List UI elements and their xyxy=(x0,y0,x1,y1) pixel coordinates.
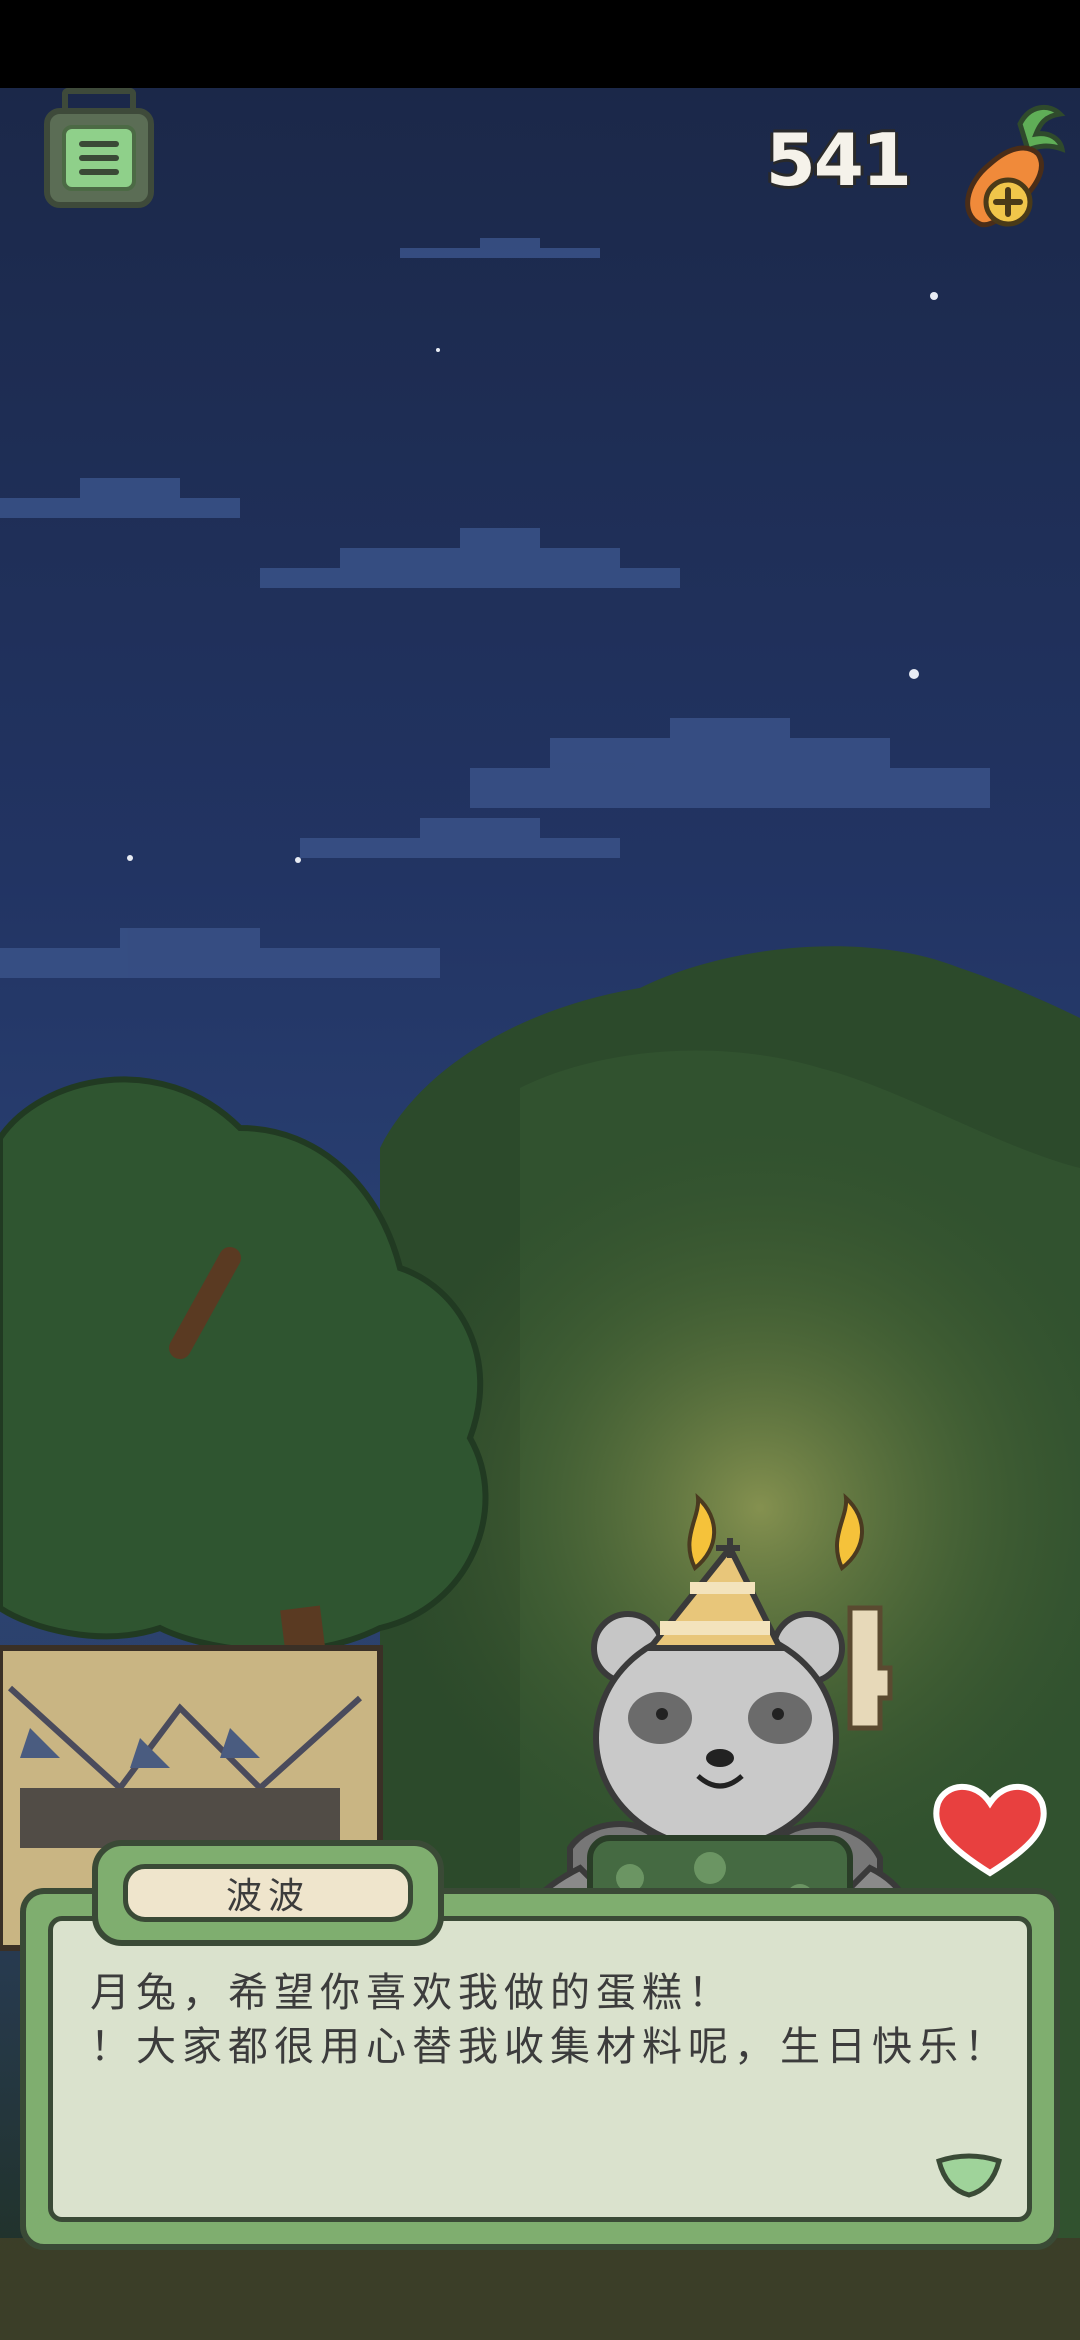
menu-button[interactable] xyxy=(44,108,154,208)
speaker-name: 波波 xyxy=(123,1864,413,1922)
dialog-line-2: ！大家都很用心替我收集材料呢，生日快乐！ xyxy=(90,2024,1010,2070)
candle-flame-icon xyxy=(687,1493,864,1572)
next-arrow-icon[interactable] xyxy=(934,2149,1004,2199)
carrot-count: 541 xyxy=(765,118,912,202)
menu-list-icon xyxy=(62,125,136,191)
speaker-name-plate: 波波 xyxy=(92,1840,444,1946)
status-bar xyxy=(0,0,1080,88)
carrot-add-icon[interactable] xyxy=(950,104,1070,234)
heart-icon[interactable] xyxy=(930,1778,1050,1878)
dialog-text: 月兔，希望你喜欢我做的蛋糕！ ！大家都很用心替我收集材料呢，生日快乐！ xyxy=(90,1966,1030,2074)
dialog-line-1: 月兔，希望你喜欢我做的蛋糕！ xyxy=(90,1970,734,2016)
